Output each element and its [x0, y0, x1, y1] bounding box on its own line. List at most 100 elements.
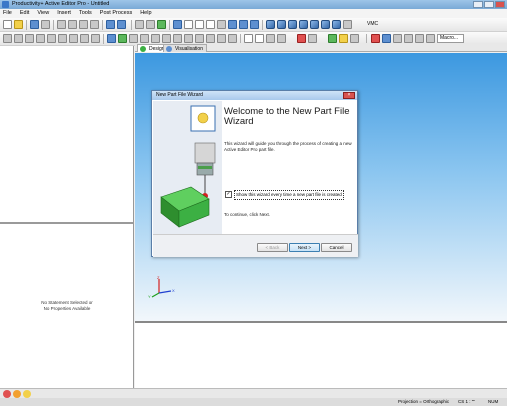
angle-icon[interactable] — [151, 34, 160, 43]
menu-file[interactable]: File — [3, 9, 12, 18]
line-icon[interactable] — [14, 34, 23, 43]
zoom-icon[interactable] — [217, 20, 226, 29]
pan-icon[interactable] — [250, 20, 259, 29]
note-icon[interactable] — [255, 34, 264, 43]
stop-icon[interactable] — [3, 390, 11, 398]
bottom-toolbar — [0, 388, 507, 398]
run-icon[interactable] — [157, 20, 166, 29]
settings-icon[interactable] — [426, 34, 435, 43]
warning-icon[interactable] — [339, 34, 348, 43]
next-button[interactable]: Next > — [289, 243, 320, 252]
cut-icon[interactable] — [57, 20, 66, 29]
cancel-button[interactable]: Cancel — [321, 243, 352, 252]
macro-dropdown[interactable]: Macro... — [437, 34, 464, 43]
copy-icon[interactable] — [68, 20, 77, 29]
edit-icon[interactable] — [206, 34, 215, 43]
check-icon[interactable] — [328, 34, 337, 43]
chart-icon[interactable] — [371, 34, 380, 43]
menu-edit[interactable]: Edit — [20, 9, 29, 18]
visualisation-icon — [166, 46, 172, 52]
output-pane[interactable] — [135, 323, 507, 388]
close-window-button[interactable] — [495, 1, 505, 8]
arrow-down-icon[interactable] — [266, 34, 275, 43]
open-folder-icon[interactable] — [14, 20, 23, 29]
undo-icon[interactable] — [106, 20, 115, 29]
new-part-file-wizard-dialog: New Part File Wizard × Welcome to the Ne… — [151, 90, 358, 257]
menu-help[interactable]: Help — [140, 9, 151, 18]
circle-icon[interactable] — [25, 34, 34, 43]
view-back-icon[interactable] — [288, 20, 297, 29]
variable-icon[interactable] — [277, 34, 286, 43]
zoom-fit-icon[interactable] — [239, 20, 248, 29]
redo-icon[interactable] — [117, 20, 126, 29]
menu-tools[interactable]: Tools — [79, 9, 92, 18]
show-wizard-checkbox[interactable]: ✓ — [225, 191, 232, 198]
feature-icon[interactable] — [184, 34, 193, 43]
cmm-probe-illustration — [160, 105, 216, 228]
maximize-button[interactable] — [484, 1, 494, 8]
view-right-icon[interactable] — [310, 20, 319, 29]
zoom-window-icon[interactable] — [228, 20, 237, 29]
menu-insert[interactable]: Insert — [57, 9, 71, 18]
probe-dropdown-icon[interactable] — [308, 34, 317, 43]
window-icon[interactable] — [173, 20, 182, 29]
show-wizard-checkbox-label[interactable]: Show this wizard every time a new part f… — [234, 190, 344, 200]
tool-icon[interactable] — [146, 20, 155, 29]
info-status-icon[interactable] — [23, 390, 31, 398]
save-icon[interactable] — [30, 20, 39, 29]
view-top-icon[interactable] — [321, 20, 330, 29]
tab-visualisation[interactable]: Visualisation — [163, 44, 207, 52]
layout-icon[interactable] — [206, 20, 215, 29]
slot-icon[interactable] — [80, 34, 89, 43]
edge-icon[interactable] — [91, 34, 100, 43]
delete-icon[interactable] — [90, 20, 99, 29]
paste-icon[interactable] — [79, 20, 88, 29]
measure-icon[interactable] — [107, 34, 116, 43]
toolbar-separator — [131, 20, 132, 30]
report-icon[interactable] — [195, 34, 204, 43]
plane-icon[interactable] — [36, 34, 45, 43]
pencil-icon[interactable] — [217, 34, 226, 43]
menu-post-process[interactable]: Post Process — [100, 9, 132, 18]
probe-icon[interactable] — [135, 20, 144, 29]
grid-icon[interactable] — [195, 20, 204, 29]
view-iso-icon[interactable] — [266, 20, 275, 29]
new-file-icon[interactable] — [3, 20, 12, 29]
construct-icon[interactable] — [129, 34, 138, 43]
cone-icon[interactable] — [58, 34, 67, 43]
view-front-icon[interactable] — [277, 20, 286, 29]
options-icon[interactable] — [350, 34, 359, 43]
stats-icon[interactable] — [393, 34, 402, 43]
table-icon[interactable] — [184, 20, 193, 29]
wizard-illustration — [153, 101, 222, 234]
output-icon[interactable] — [415, 34, 424, 43]
machine-label[interactable]: VMC — [367, 21, 378, 27]
view-bottom-icon[interactable] — [332, 20, 341, 29]
properties-message-line2: No Properties Available — [43, 306, 91, 311]
menu-view[interactable]: View — [37, 9, 49, 18]
point-icon[interactable] — [3, 34, 12, 43]
align-icon[interactable] — [118, 34, 127, 43]
program-tree[interactable] — [0, 46, 134, 222]
datum-icon[interactable] — [173, 34, 182, 43]
probe-settings-icon[interactable] — [297, 34, 306, 43]
back-button[interactable]: < Back — [257, 243, 288, 252]
wizard-heading: Welcome to the New Part File Wizard — [224, 106, 350, 127]
document-icon[interactable] — [244, 34, 253, 43]
brush-icon[interactable] — [228, 34, 237, 43]
print-icon[interactable] — [41, 20, 50, 29]
minimize-button[interactable] — [473, 1, 483, 8]
view-left-icon[interactable] — [299, 20, 308, 29]
x-axis-line — [158, 290, 172, 294]
toolbar-separator — [26, 20, 27, 30]
cylinder-icon[interactable] — [47, 34, 56, 43]
render-mode-icon[interactable] — [343, 20, 352, 29]
distance-icon[interactable] — [140, 34, 149, 43]
graph-icon[interactable] — [382, 34, 391, 43]
design-icon — [140, 46, 146, 52]
warning-status-icon[interactable] — [13, 390, 21, 398]
sphere-icon[interactable] — [69, 34, 78, 43]
dialog-close-button[interactable]: × — [343, 92, 355, 99]
export-icon[interactable] — [404, 34, 413, 43]
tolerance-icon[interactable] — [162, 34, 171, 43]
